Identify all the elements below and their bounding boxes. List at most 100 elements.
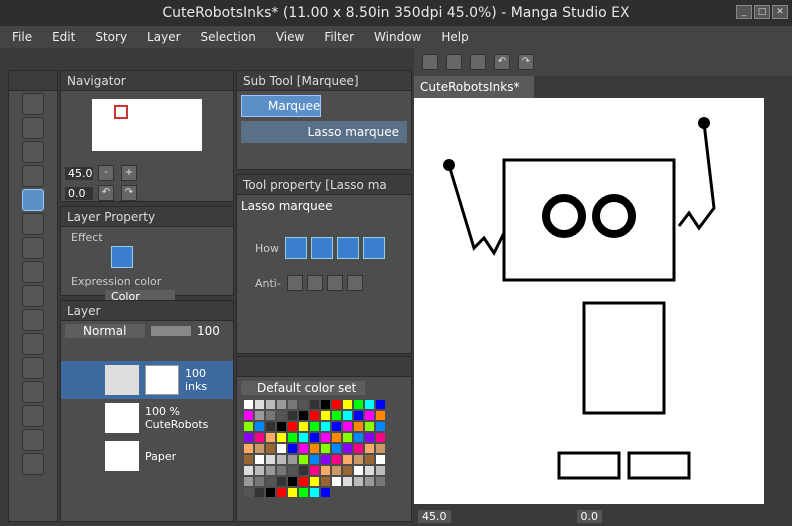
decoration-tool[interactable] (22, 357, 44, 379)
rotate-right-icon[interactable]: ↷ (121, 185, 137, 201)
zoom-tool[interactable] (22, 93, 44, 115)
color-swatch[interactable] (288, 422, 297, 431)
opacity-slider[interactable] (151, 326, 191, 336)
subtract-selection-button[interactable] (337, 237, 359, 259)
color-swatch[interactable] (255, 411, 264, 420)
color-swatch[interactable] (354, 400, 363, 409)
color-swatch[interactable] (288, 455, 297, 464)
color-swatch[interactable] (244, 400, 253, 409)
color-swatch[interactable] (266, 411, 275, 420)
canvas-zoom[interactable]: 45.0 (418, 509, 451, 523)
color-swatch[interactable] (343, 466, 352, 475)
marquee-tool[interactable] (22, 189, 44, 211)
color-swatch[interactable] (365, 400, 374, 409)
color-swatch-tool[interactable] (22, 453, 44, 475)
rotate-left-icon[interactable]: ↶ (98, 185, 114, 201)
brush-tool[interactable] (22, 309, 44, 331)
anti-alias-weak[interactable] (307, 275, 323, 291)
zoom-in-icon[interactable]: + (121, 165, 137, 181)
auto-select-tool[interactable] (22, 213, 44, 235)
color-swatch[interactable] (365, 433, 374, 442)
color-swatch[interactable] (376, 422, 385, 431)
color-swatch[interactable] (332, 444, 341, 453)
color-swatch[interactable] (376, 477, 385, 486)
color-swatch[interactable] (255, 488, 264, 497)
color-swatch[interactable] (332, 411, 341, 420)
color-swatch[interactable] (321, 422, 330, 431)
color-swatch[interactable] (310, 477, 319, 486)
object-tool[interactable] (22, 141, 44, 163)
new-selection-button[interactable] (285, 237, 307, 259)
fill-tool[interactable] (22, 429, 44, 451)
color-swatch[interactable] (365, 455, 374, 464)
color-swatch[interactable] (288, 466, 297, 475)
color-swatch[interactable] (321, 455, 330, 464)
color-swatch[interactable] (255, 422, 264, 431)
color-swatch[interactable] (277, 400, 286, 409)
color-swatch[interactable] (244, 466, 253, 475)
zoom-out-icon[interactable]: - (98, 165, 114, 181)
color-swatch[interactable] (310, 433, 319, 442)
menu-window[interactable]: Window (374, 30, 421, 44)
color-swatch[interactable] (244, 455, 253, 464)
layer-row[interactable]: 100 % CuteRobots (61, 399, 233, 437)
color-swatch[interactable] (332, 455, 341, 464)
color-swatch[interactable] (376, 444, 385, 453)
color-swatch[interactable] (321, 433, 330, 442)
color-swatch[interactable] (299, 477, 308, 486)
undo-icon[interactable]: ↶ (494, 54, 510, 70)
color-swatch[interactable] (354, 422, 363, 431)
color-swatch[interactable] (354, 477, 363, 486)
color-swatch[interactable] (354, 466, 363, 475)
color-swatch[interactable] (310, 466, 319, 475)
effect-color-button[interactable] (111, 246, 133, 268)
color-swatch[interactable] (288, 433, 297, 442)
color-swatch[interactable] (332, 400, 341, 409)
blend-mode-select[interactable]: Normal (65, 324, 145, 338)
subtool-item-lasso[interactable]: Lasso marquee (241, 121, 407, 143)
color-swatch[interactable] (266, 400, 275, 409)
color-swatch[interactable] (244, 411, 253, 420)
color-swatch[interactable] (365, 444, 374, 453)
color-swatch[interactable] (310, 411, 319, 420)
color-swatch[interactable] (277, 488, 286, 497)
anti-alias-none[interactable] (287, 275, 303, 291)
close-button[interactable]: ✕ (772, 5, 788, 19)
color-swatch[interactable] (277, 466, 286, 475)
color-swatch[interactable] (343, 477, 352, 486)
canvas-tab[interactable]: CuteRobotsInks* (414, 76, 534, 98)
menu-story[interactable]: Story (95, 30, 127, 44)
navigator-preview[interactable] (92, 99, 202, 151)
layer-row[interactable]: Paper (61, 437, 233, 475)
color-swatch[interactable] (299, 433, 308, 442)
canvas-rotation[interactable]: 0.0 (576, 509, 602, 523)
color-swatch[interactable] (365, 477, 374, 486)
color-swatch[interactable] (288, 444, 297, 453)
add-selection-button[interactable] (311, 237, 333, 259)
color-swatch[interactable] (277, 433, 286, 442)
color-swatch[interactable] (343, 411, 352, 420)
rotate-tool[interactable] (22, 117, 44, 139)
pen-tool[interactable] (22, 261, 44, 283)
color-swatch[interactable] (277, 422, 286, 431)
color-swatch[interactable] (321, 444, 330, 453)
color-swatch[interactable] (255, 433, 264, 442)
color-swatch[interactable] (310, 422, 319, 431)
color-swatch[interactable] (365, 422, 374, 431)
airbrush-tool[interactable] (22, 333, 44, 355)
anti-alias-medium[interactable] (327, 275, 343, 291)
color-swatch[interactable] (288, 400, 297, 409)
color-swatch[interactable] (266, 488, 275, 497)
save-icon[interactable] (470, 54, 486, 70)
color-palette[interactable] (243, 399, 393, 498)
color-swatch[interactable] (354, 444, 363, 453)
color-swatch[interactable] (244, 477, 253, 486)
color-swatch[interactable] (310, 488, 319, 497)
color-swatch[interactable] (277, 444, 286, 453)
color-swatch[interactable] (332, 433, 341, 442)
color-swatch[interactable] (266, 477, 275, 486)
move-tool[interactable] (22, 165, 44, 187)
color-swatch[interactable] (321, 411, 330, 420)
color-swatch[interactable] (376, 455, 385, 464)
color-swatch[interactable] (321, 477, 330, 486)
